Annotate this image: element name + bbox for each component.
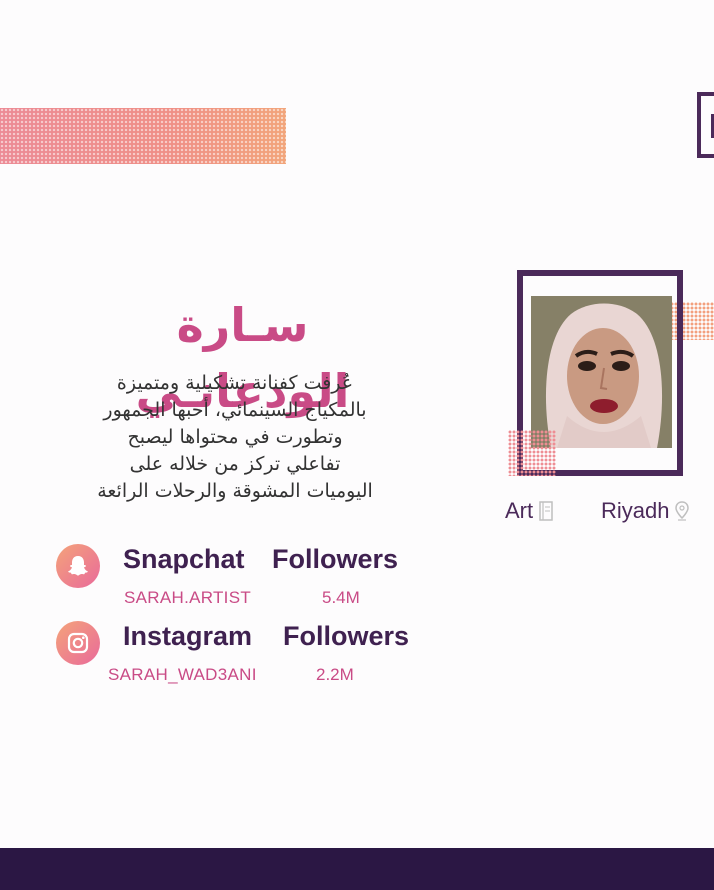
decorative-frame-corner xyxy=(697,92,714,158)
snapchat-icon[interactable] xyxy=(56,544,100,588)
ghost-glyph xyxy=(68,556,88,576)
bio-line: عُرفت كفنانة تشكيلية ومتميزة xyxy=(116,372,354,394)
category-label: Art xyxy=(505,498,534,523)
profile-bio: عُرفت كفنانة تشكيلية ومتميزة بالمكياج ال… xyxy=(60,370,410,505)
followers-count: 5.4M xyxy=(322,588,360,607)
platform-name: Instagram xyxy=(123,621,253,651)
decorative-dots-left xyxy=(508,430,556,476)
location-tag: Riyadh xyxy=(601,498,690,524)
portrait-illustration xyxy=(531,296,672,448)
book-icon xyxy=(539,501,553,521)
profile-name: سـارة الودعانـي xyxy=(135,298,350,418)
map-pin-icon xyxy=(675,501,690,521)
bio-line: اليوميات المشوقة والرحلات الرائعة xyxy=(97,480,373,502)
camera-glyph xyxy=(67,632,89,654)
profile-tags: Art Riyadh xyxy=(505,498,714,530)
bio-line: بالمكياج السينمائي، أحبها الجمهور xyxy=(103,399,367,421)
footer-bar xyxy=(0,848,714,890)
decorative-halftone-band xyxy=(0,108,286,164)
location-label: Riyadh xyxy=(601,498,670,523)
social-handle[interactable]: SARAH_WAD3ANI xyxy=(108,665,257,685)
followers-label: Followers xyxy=(283,621,410,651)
social-row-instagram: Instagram Followers SARAH_WAD3ANI 2.2M xyxy=(56,617,436,687)
social-row-snapchat: Snapchat Followers SARAH.ARTIST 5.4M xyxy=(56,540,436,610)
social-handle[interactable]: SARAH.ARTIST xyxy=(124,588,251,608)
followers-count: 2.2M xyxy=(316,665,354,684)
bio-line: وتطورت في محتواها ليصبح xyxy=(127,426,343,448)
platform-name: Snapchat xyxy=(123,544,245,574)
profile-photo xyxy=(531,296,672,448)
profile-card: Art Riyadh سـارة الودعانـي عُرفت كفنانة … xyxy=(0,0,714,890)
followers-label: Followers xyxy=(272,544,399,574)
instagram-icon[interactable] xyxy=(56,621,100,665)
category-tag: Art xyxy=(505,498,553,524)
bio-line: تفاعلي تركز من خلاله على xyxy=(129,453,341,475)
